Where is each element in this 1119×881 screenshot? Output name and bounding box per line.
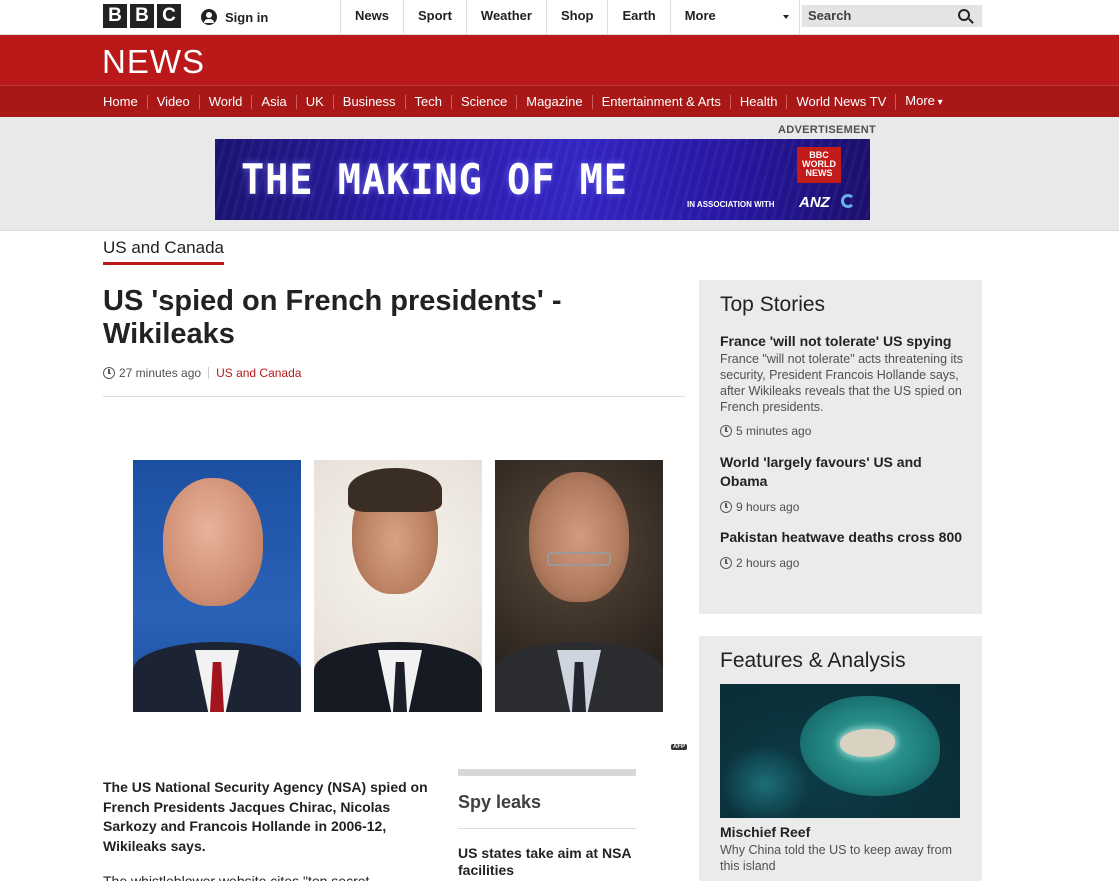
photo-credit-badge: AFP (671, 744, 687, 750)
news-nav-tech[interactable]: Tech (404, 95, 451, 109)
news-nav-science[interactable]: Science (451, 95, 516, 109)
news-nav: Home Video World Asia UK Business Tech S… (0, 85, 1119, 117)
news-nav-business[interactable]: Business (332, 95, 405, 109)
news-nav-world[interactable]: World (198, 95, 252, 109)
top-story-item: Pakistan heatwave deaths cross 800 2 hou… (720, 528, 965, 570)
news-nav-world-news-tv[interactable]: World News TV (786, 95, 895, 109)
search-icon[interactable] (958, 9, 970, 21)
portrait-sarkozy (314, 460, 482, 712)
news-nav-uk[interactable]: UK (295, 95, 333, 109)
top-story-time: 5 minutes ago (720, 424, 965, 438)
divider (103, 396, 685, 397)
bbc-logo-letter: B (130, 4, 154, 28)
global-nav-shop[interactable]: Shop (545, 0, 608, 34)
global-nav-weather[interactable]: Weather (465, 0, 546, 34)
features-panel: Features & Analysis Mischief Reef Why Ch… (699, 636, 982, 881)
top-story-headline[interactable]: World 'largely favours' US and Obama (720, 453, 965, 491)
news-nav-video[interactable]: Video (146, 95, 199, 109)
bbc-logo-letter: C (157, 4, 181, 28)
top-stories-title: Top Stories (720, 293, 826, 316)
advert-band: ADVERTISEMENT THE MAKING OF ME BBC WORLD… (0, 117, 1119, 231)
top-story-time: 9 hours ago (720, 500, 965, 514)
sign-in-label: Sign in (225, 9, 269, 25)
news-banner: NEWS (0, 35, 1119, 85)
global-nav-sport[interactable]: Sport (402, 0, 466, 34)
sign-in-link[interactable]: Sign in (201, 0, 268, 34)
top-story-headline[interactable]: France 'will not tolerate' US spying (720, 332, 965, 351)
anz-symbol-icon (841, 194, 855, 208)
clock-icon (720, 501, 732, 513)
related-stories: Spy leaks US states take aim at NSA faci… (458, 769, 636, 879)
meta-divider (208, 367, 210, 379)
anz-logo: ANZ (799, 194, 830, 211)
news-nav-magazine[interactable]: Magazine (516, 95, 591, 109)
news-nav-entertainment[interactable]: Entertainment & Arts (591, 95, 730, 109)
bbc-masthead: B B C Sign in News Sport Weather Shop Ea… (0, 0, 1119, 35)
news-nav-home[interactable]: Home (103, 95, 147, 109)
search-input[interactable]: Search (802, 5, 982, 27)
article-meta: 27 minutes ago US and Canada (103, 366, 301, 380)
article-headline: US 'spied on French presidents' - Wikile… (103, 285, 562, 350)
top-story-headline[interactable]: Pakistan heatwave deaths cross 800 (720, 528, 965, 547)
top-story-timestamp: 9 hours ago (736, 500, 800, 514)
advert-label: ADVERTISEMENT (778, 124, 877, 136)
news-nav-health[interactable]: Health (729, 95, 787, 109)
feature-headline[interactable]: Mischief Reef (720, 824, 810, 840)
feature-image[interactable] (720, 684, 960, 818)
clock-icon (720, 557, 732, 569)
portrait-chirac (133, 460, 301, 712)
feature-summary: Why China told the US to keep away from … (720, 843, 953, 873)
article-body: The whistleblower website cites "top sec… (103, 873, 370, 881)
bbc-world-news-badge: BBC WORLD NEWS (797, 147, 841, 183)
top-story-timestamp: 5 minutes ago (736, 424, 812, 438)
global-nav-more[interactable]: More (669, 0, 800, 34)
features-title: Features & Analysis (720, 649, 906, 672)
global-nav-earth[interactable]: Earth (607, 0, 669, 34)
news-nav-asia[interactable]: Asia (251, 95, 295, 109)
advert-title: THE MAKING OF ME (241, 155, 628, 204)
portrait-hollande (495, 460, 663, 712)
top-story-item: World 'largely favours' US and Obama 9 h… (720, 453, 965, 514)
article-summary: The US National Security Agency (NSA) sp… (103, 779, 428, 854)
bbc-logo-letter: B (103, 4, 127, 28)
global-nav: News Sport Weather Shop Earth More (340, 0, 800, 34)
section-tag[interactable]: US and Canada (103, 238, 224, 265)
top-story-timestamp: 2 hours ago (736, 556, 800, 570)
article-section-link[interactable]: US and Canada (216, 366, 301, 380)
bbc-logo[interactable]: B B C (103, 4, 181, 28)
related-stories-title: Spy leaks (458, 776, 636, 829)
clock-icon (720, 425, 732, 437)
top-stories-panel: Top Stories France 'will not tolerate' U… (699, 280, 982, 614)
clock-icon (103, 367, 115, 379)
advert-banner[interactable]: THE MAKING OF ME BBC WORLD NEWS IN ASSOC… (215, 139, 870, 220)
global-nav-news[interactable]: News (340, 0, 403, 34)
top-story-summary: France "will not tolerate" acts threaten… (720, 352, 964, 414)
user-icon (201, 9, 217, 25)
top-story-time: 2 hours ago (720, 556, 965, 570)
article-timestamp: 27 minutes ago (119, 366, 202, 380)
news-logo[interactable]: NEWS (102, 43, 205, 81)
advert-association: IN ASSOCIATION WITH (687, 200, 775, 209)
related-story-link[interactable]: US states take aim at NSA facilities (458, 829, 636, 879)
top-story-item: France 'will not tolerate' US spying Fra… (720, 332, 965, 438)
news-nav-more[interactable]: More (895, 94, 951, 110)
